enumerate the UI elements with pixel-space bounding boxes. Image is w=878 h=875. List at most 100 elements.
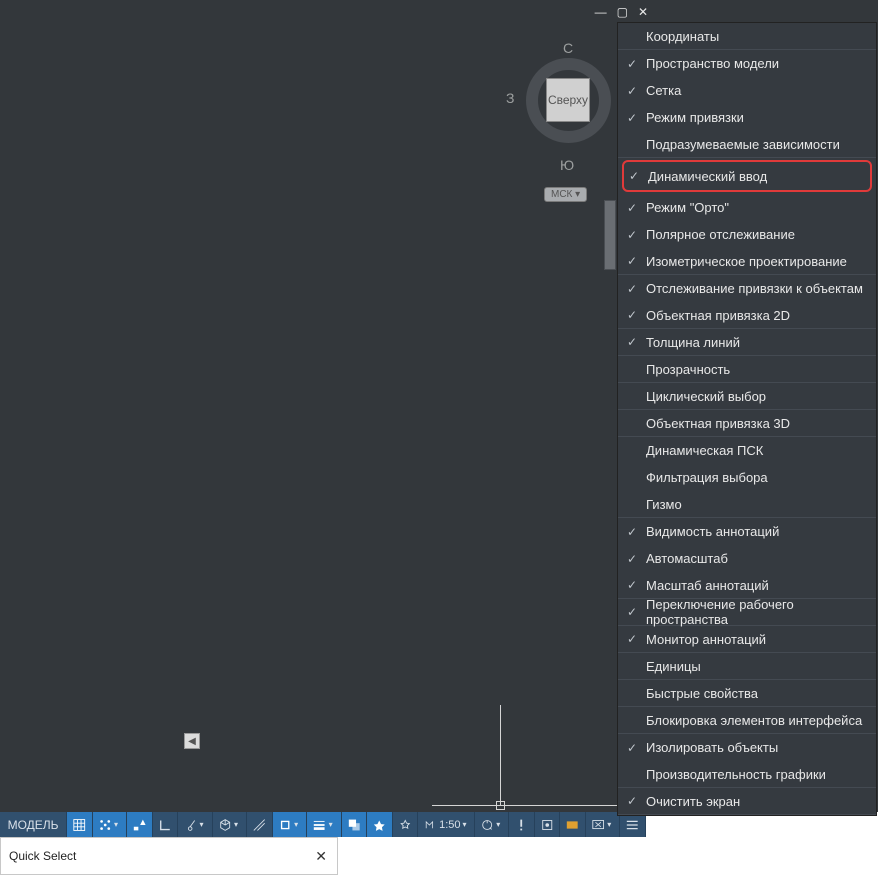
isometric-drafting-button[interactable]: ▾ xyxy=(213,812,248,837)
menu-item[interactable]: ✓Режим привязки xyxy=(618,104,876,131)
transparency-button[interactable] xyxy=(342,812,367,837)
menu-item-label: Монитор аннотаций xyxy=(646,632,766,647)
menu-item-label: Производительность графики xyxy=(646,767,826,782)
menu-item-label: Очистить экран xyxy=(646,794,740,809)
check-icon: ✓ xyxy=(629,169,639,183)
isolate-objects-button[interactable] xyxy=(535,812,560,837)
view-cube-north[interactable]: С xyxy=(563,40,573,56)
menu-item[interactable]: ✓ Видимость аннотаций xyxy=(618,518,876,545)
menu-item[interactable]: ✓ Монитор аннотаций xyxy=(618,626,876,653)
menu-item-label: Фильтрация выбора xyxy=(646,470,768,485)
menu-item[interactable]: ✓ Изолировать объекты xyxy=(618,734,876,761)
menu-item-label: Изолировать объекты xyxy=(646,740,778,755)
menu-item-label: Прозрачность xyxy=(646,362,730,377)
close-button[interactable]: ✕ xyxy=(638,5,648,19)
menu-item[interactable]: Подразумеваемые зависимости xyxy=(618,131,876,158)
menu-item[interactable]: Циклический выбор xyxy=(618,383,876,410)
view-cube-west[interactable]: З xyxy=(506,90,514,106)
autoscale-button[interactable] xyxy=(393,812,418,837)
check-icon: ✓ xyxy=(627,741,637,755)
check-icon: ✓ xyxy=(627,308,637,322)
menu-item-label: Координаты xyxy=(646,29,719,44)
menu-item-label: Сетка xyxy=(646,83,681,98)
menu-item-label: Отслеживание привязки к объектам xyxy=(646,281,863,296)
osnap-button[interactable]: ▾ xyxy=(273,812,308,837)
menu-item[interactable]: ✓Масштаб аннотаций xyxy=(618,572,876,599)
annotation-visibility-button[interactable] xyxy=(367,812,392,837)
menu-item[interactable]: Блокировка элементов интерфейса xyxy=(618,707,876,734)
menu-item-label: Изометрическое проектирование xyxy=(646,254,847,269)
menu-item[interactable]: Объектная привязка 3D xyxy=(618,410,876,437)
view-cube-top[interactable]: Сверху xyxy=(546,78,590,122)
check-icon: ✓ xyxy=(627,525,637,539)
model-space-button[interactable]: МОДЕЛЬ xyxy=(0,812,67,837)
menu-item[interactable]: ✓ Очистить экран xyxy=(618,788,876,815)
ucs-badge[interactable]: МСК ▾ xyxy=(544,187,587,202)
navigation-bar-scroll[interactable] xyxy=(604,200,616,270)
check-icon: ✓ xyxy=(627,57,637,71)
clean-screen-button[interactable]: ▾ xyxy=(586,812,621,837)
workspace-switch-button[interactable]: ▾ xyxy=(475,812,510,837)
check-icon: ✓ xyxy=(627,605,637,619)
dynamic-input-button[interactable] xyxy=(127,812,152,837)
menu-item-label: Толщина линий xyxy=(646,335,740,350)
menu-item-label: Объектная привязка 3D xyxy=(646,416,790,431)
menu-item[interactable]: Единицы xyxy=(618,653,876,680)
menu-item-label: Динамический ввод xyxy=(648,169,767,184)
menu-item-label: Автомасштаб xyxy=(646,551,728,566)
snap-mode-button[interactable]: ▾ xyxy=(93,812,128,837)
menu-item-label: Видимость аннотаций xyxy=(646,524,779,539)
scroll-left-button[interactable]: ◀ xyxy=(184,733,200,749)
check-icon: ✓ xyxy=(627,282,637,296)
menu-item-label: Пространство модели xyxy=(646,56,779,71)
status-bar-context-menu: Координаты✓Пространство модели✓Сетка✓Реж… xyxy=(617,22,877,816)
check-icon: ✓ xyxy=(627,84,637,98)
menu-item-label: Единицы xyxy=(646,659,701,674)
window-controls: — ▢ ✕ xyxy=(595,5,648,19)
ortho-mode-button[interactable] xyxy=(153,812,178,837)
menu-item-label: Масштаб аннотаций xyxy=(646,578,769,593)
status-bar: МОДЕЛЬ ▾ ▾ ▾ ▾ ▾ 1:50▾ ▾ ▾ xyxy=(0,812,646,837)
menu-item-label: Динамическая ПСК xyxy=(646,443,763,458)
menu-item[interactable]: Быстрые свойства xyxy=(618,680,876,707)
object-snap-tracking-button[interactable] xyxy=(247,812,272,837)
menu-item[interactable]: ✓ Сетка xyxy=(618,77,876,104)
menu-item[interactable]: Фильтрация выбора xyxy=(618,464,876,491)
menu-item[interactable]: Производительность графики xyxy=(618,761,876,788)
check-icon: ✓ xyxy=(627,201,637,215)
menu-item[interactable]: ✓ Отслеживание привязки к объектам xyxy=(618,275,876,302)
check-icon: ✓ xyxy=(627,228,637,242)
grid-display-button[interactable] xyxy=(67,812,92,837)
menu-item[interactable]: Динамическая ПСК xyxy=(618,437,876,464)
menu-item[interactable]: Координаты xyxy=(618,23,876,50)
check-icon: ✓ xyxy=(627,794,637,808)
check-icon: ✓ xyxy=(627,632,637,646)
polar-tracking-button[interactable]: ▾ xyxy=(178,812,213,837)
annotation-scale-button[interactable]: 1:50▾ xyxy=(418,812,475,837)
menu-item[interactable]: ✓ Полярное отслеживание xyxy=(618,221,876,248)
menu-item[interactable]: Прозрачность xyxy=(618,356,876,383)
menu-item-label: Режим привязки xyxy=(646,110,744,125)
menu-item[interactable]: ✓Режим "Орто" xyxy=(618,194,876,221)
menu-item[interactable]: ✓ Толщина линий xyxy=(618,329,876,356)
menu-item[interactable]: ✓Объектная привязка 2D xyxy=(618,302,876,329)
menu-item[interactable]: ✓ Динамический ввод xyxy=(622,160,872,192)
check-icon: ✓ xyxy=(627,254,637,268)
lineweight-button[interactable]: ▾ xyxy=(307,812,342,837)
graphics-performance-button[interactable] xyxy=(560,812,585,837)
menu-item-label: Полярное отслеживание xyxy=(646,227,795,242)
menu-item-label: Циклический выбор xyxy=(646,389,766,404)
panel-close-button[interactable]: ✕ xyxy=(315,848,327,865)
annotation-monitor-button[interactable] xyxy=(509,812,534,837)
menu-item[interactable]: ✓Переключение рабочего пространства xyxy=(618,599,876,626)
maximize-button[interactable]: ▢ xyxy=(617,5,628,19)
menu-item[interactable]: ✓Автомасштаб xyxy=(618,545,876,572)
menu-item-label: Блокировка элементов интерфейса xyxy=(646,713,862,728)
menu-item[interactable]: ✓ Изометрическое проектирование xyxy=(618,248,876,275)
view-cube[interactable]: Сверху С Ю З В xyxy=(508,40,623,155)
check-icon: ✓ xyxy=(627,335,637,349)
menu-item[interactable]: ✓ Пространство модели xyxy=(618,50,876,77)
minimize-button[interactable]: — xyxy=(595,5,607,19)
menu-item[interactable]: Гизмо xyxy=(618,491,876,518)
view-cube-south[interactable]: Ю xyxy=(560,157,574,173)
